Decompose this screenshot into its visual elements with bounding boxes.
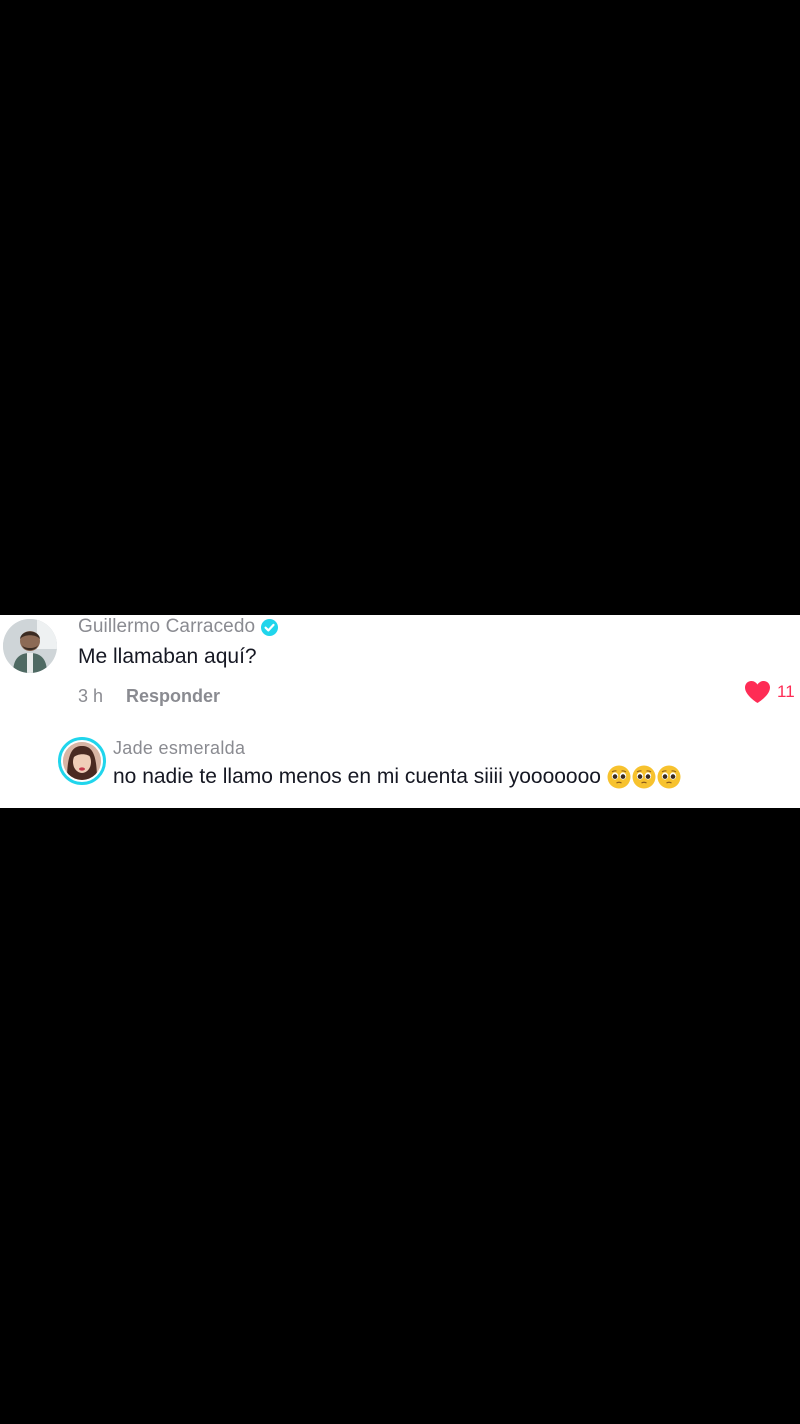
comment-timestamp: 3 h (78, 686, 104, 706)
person-photo-avatar-icon (3, 619, 57, 673)
pleading-face-icon (632, 765, 656, 789)
comment-author-name[interactable]: Guillermo Carracedo (78, 616, 255, 638)
avatar[interactable] (3, 619, 57, 673)
like-count: 11 (777, 682, 795, 701)
reply-author-name[interactable]: Jade esmeralda (113, 738, 245, 759)
heart-icon (745, 681, 770, 703)
comment-meta-row: 3 h Responder (78, 686, 220, 707)
pleading-face-icon (607, 765, 631, 789)
comment-author-row: Guillermo Carracedo (78, 615, 279, 639)
comment-overlay-card: Guillermo Carracedo Me llamaban aquí? 3 … (0, 615, 800, 808)
reply-text: no nadie te llamo menos en mi cuenta sii… (113, 765, 601, 788)
video-frame: Guillermo Carracedo Me llamaban aquí? 3 … (0, 0, 800, 1424)
reply-avatar[interactable] (58, 737, 106, 785)
like-button[interactable]: 11 (744, 680, 795, 704)
reply-button[interactable]: Responder (126, 686, 220, 707)
verified-badge-icon (261, 618, 279, 636)
emoji-group (607, 765, 681, 789)
pleading-face-icon (657, 765, 681, 789)
comment-text: Me llamaban aquí? (78, 645, 257, 668)
reply-comment: Jade esmeralda no nadie te llamo menos e… (58, 735, 798, 795)
person-photo-avatar-icon (63, 742, 101, 780)
reply-text-row: no nadie te llamo menos en mi cuenta sii… (113, 765, 681, 789)
